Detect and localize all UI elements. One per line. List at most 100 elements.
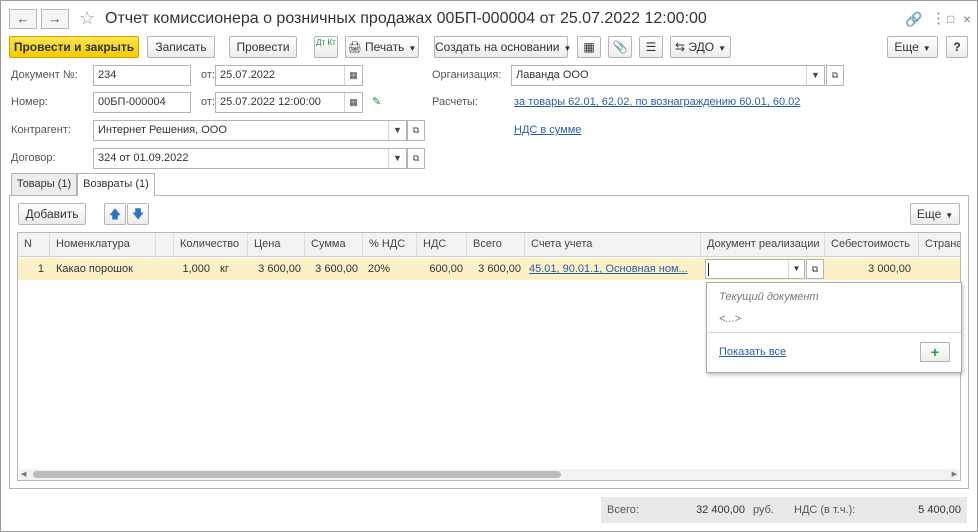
doc-no-label: Документ №: (11, 69, 78, 81)
column-header[interactable]: Страна (919, 233, 960, 257)
sale-doc-input[interactable]: ▼ (705, 259, 805, 279)
doc-date-input[interactable]: 25.07.2022 ▦ (215, 65, 363, 86)
forward-button[interactable]: → (41, 9, 69, 29)
column-header[interactable]: Документ реализации (701, 233, 825, 257)
cell-vat-rate[interactable]: 20% (368, 258, 414, 280)
report-icon: ☰ (645, 40, 657, 54)
column-header[interactable]: % НДС (363, 233, 417, 257)
cell-price[interactable]: 3 600,00 (248, 258, 305, 280)
create-based-on-button[interactable]: Создать на основании ▼ (434, 36, 571, 58)
cell-sum[interactable]: 3 600,00 (305, 258, 362, 280)
star-icon[interactable]: ☆ (79, 7, 95, 29)
column-header[interactable]: N (18, 233, 50, 257)
maximize-icon[interactable]: □ (947, 9, 954, 29)
add-new-button[interactable]: + (920, 342, 950, 362)
help-button[interactable]: ? (946, 36, 968, 58)
cell-unit[interactable]: кг (220, 258, 246, 280)
cell-accounts[interactable]: 45.01, 90.01.1, Основная ном... (529, 258, 701, 280)
grid-more-button[interactable]: Еще ▼ (910, 203, 960, 225)
close-icon[interactable]: × (963, 9, 971, 29)
cell-qty[interactable]: 1,000 (174, 258, 214, 280)
contract-open-button[interactable]: ⧉ (407, 148, 425, 169)
number-date-value: 25.07.2022 12:00:00 (220, 96, 321, 108)
cell-total[interactable]: 3 600,00 (467, 258, 525, 280)
horizontal-scrollbar[interactable]: ◀ ▶ (19, 469, 959, 480)
number-date-input[interactable]: 25.07.2022 12:00:00 ▦ (215, 92, 363, 113)
totals-bar: Всего: 32 400,00 руб. НДС (в т.ч.): 5 40… (601, 497, 967, 523)
chevron-down-icon: ▼ (408, 44, 417, 53)
post-button[interactable]: Провести (229, 36, 297, 58)
move-up-button[interactable]: 🡅 (104, 203, 126, 225)
back-button[interactable]: ← (9, 9, 37, 29)
chevron-down-icon[interactable]: ▼ (388, 121, 406, 140)
cell-cost[interactable]: 3 000,00 (825, 258, 919, 280)
org-label: Организация: (432, 69, 502, 81)
arrow-right-icon: → (48, 11, 62, 26)
post-and-close-button[interactable]: Провести и закрыть (9, 36, 139, 58)
scroll-right-icon[interactable]: ▶ (952, 469, 957, 480)
link-icon[interactable]: 🔗 (905, 9, 922, 29)
show-all-link[interactable]: Показать все (719, 344, 786, 360)
sale-doc-open-button[interactable]: ⧉ (806, 259, 824, 279)
cell-item[interactable]: Какао порошок (56, 258, 156, 280)
contractor-open-button[interactable]: ⧉ (407, 120, 425, 141)
cell-vat[interactable]: 600,00 (417, 258, 467, 280)
cell-n[interactable]: 1 (18, 258, 48, 280)
column-header[interactable]: Номенклатура (50, 233, 156, 257)
calendar-icon[interactable]: ▦ (344, 93, 362, 112)
tab-returns[interactable]: Возвраты (1) (77, 173, 155, 196)
doc-no-input[interactable]: 234 (93, 65, 191, 86)
currency-label: руб. (753, 504, 774, 516)
arrow-up-icon: 🡅 (108, 207, 122, 221)
number-date-label: от: (201, 96, 215, 108)
column-header[interactable]: Количество (174, 233, 248, 257)
document-window: ← → ☆ Отчет комиссионера о розничных про… (0, 0, 978, 532)
chevron-down-icon[interactable]: ▼ (806, 66, 824, 85)
org-input[interactable]: Лаванда ООО ▼ (511, 65, 825, 86)
scroll-left-icon[interactable]: ◀ (21, 469, 26, 480)
chevron-down-icon[interactable]: ▼ (388, 149, 406, 168)
more-label: Еще (894, 40, 919, 54)
contractor-input[interactable]: Интернет Решения, ООО ▼ (93, 120, 407, 141)
cell-country[interactable] (919, 258, 960, 280)
column-header-spacer (156, 233, 174, 257)
chevron-down-icon[interactable]: ▼ (788, 260, 804, 278)
contract-input[interactable]: 324 от 01.09.2022 ▼ (93, 148, 407, 169)
column-header[interactable]: Сумма (305, 233, 363, 257)
structure-button[interactable]: ▦ (577, 36, 601, 58)
vat-link[interactable]: НДС в сумме (514, 120, 581, 140)
window-header: ← → ☆ Отчет комиссионера о розничных про… (9, 7, 971, 31)
column-header[interactable]: Всего (467, 233, 525, 257)
edo-icon: ⇆ (674, 40, 686, 54)
total-value: 32 400,00 (696, 504, 745, 516)
vertical-dots-icon[interactable]: ⋮ (931, 9, 946, 29)
edo-button[interactable]: ⇆ ЭДО ▼ (670, 36, 731, 58)
column-header[interactable]: Цена (248, 233, 305, 257)
save-button[interactable]: Записать (147, 36, 215, 58)
dt-kt-button[interactable]: Дт Кт (314, 36, 338, 58)
open-icon: ⧉ (811, 264, 819, 274)
column-header[interactable]: НДС (417, 233, 467, 257)
attach-button[interactable]: 📎 (608, 36, 632, 58)
column-header[interactable]: Счета учета (525, 233, 701, 257)
more-button[interactable]: Еще ▼ (887, 36, 938, 58)
number-edit-icon[interactable]: ✎ (372, 95, 381, 109)
print-button[interactable]: 🖨 Печать ▼ (345, 36, 419, 58)
column-header[interactable]: Себестоимость (825, 233, 919, 257)
tab-goods[interactable]: Товары (1) (11, 173, 77, 195)
add-button[interactable]: Добавить (18, 203, 86, 225)
org-open-button[interactable]: ⧉ (826, 65, 844, 86)
scrollbar-thumb[interactable] (33, 471, 561, 478)
contract-value: 324 от 01.09.2022 (98, 152, 189, 164)
calendar-icon[interactable]: ▦ (344, 66, 362, 85)
number-input[interactable]: 00БП-000004 (93, 92, 191, 113)
structure-icon: ▦ (583, 40, 595, 54)
open-icon: ⧉ (412, 153, 420, 163)
move-down-button[interactable]: 🡇 (127, 203, 149, 225)
report-button[interactable]: ☰ (639, 36, 663, 58)
dropdown-item-current-doc[interactable]: Текущий документ (719, 289, 819, 305)
settlements-link[interactable]: за товары 62.01, 62.02, по вознаграждени… (514, 92, 800, 112)
open-icon: ⧉ (412, 125, 420, 135)
contractor-label: Контрагент: (11, 124, 71, 136)
dropdown-item-other[interactable]: <...> (719, 311, 741, 327)
